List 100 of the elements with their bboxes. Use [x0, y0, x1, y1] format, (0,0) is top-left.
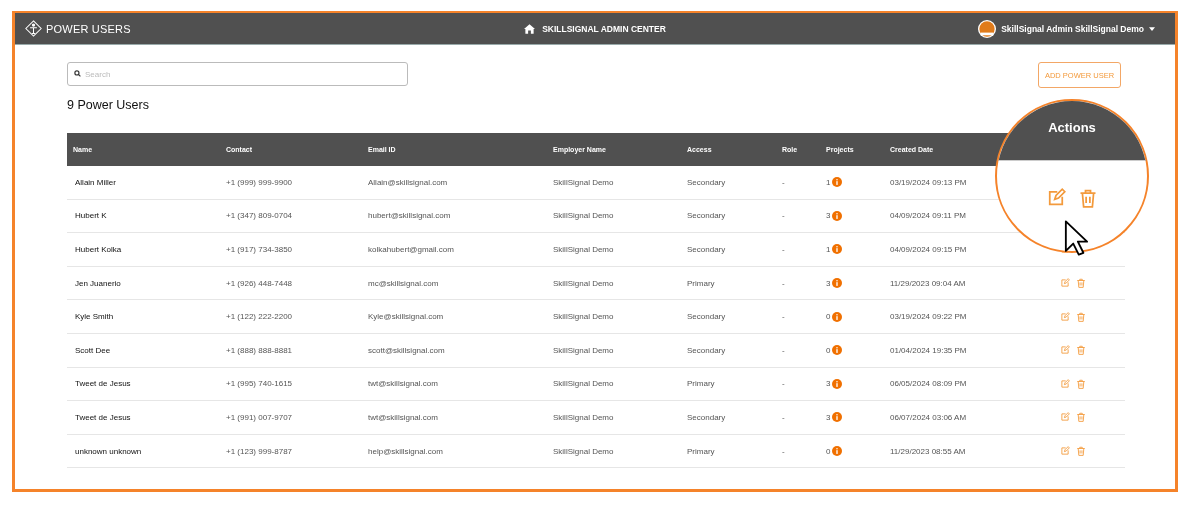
table-cell-text: - [781, 446, 786, 456]
table-cell-text: Jen Juanerio [74, 278, 122, 288]
table-cell-text: - [781, 312, 786, 322]
table-cell-text: twt@skillsignal.com [367, 412, 439, 422]
info-icon[interactable] [832, 311, 843, 322]
table-cell-text: SkillSignal Demo [552, 278, 615, 288]
table-cell: 1 [826, 245, 831, 254]
table-cell-text: +1 (123) 999-8787 [225, 446, 294, 456]
user-menu[interactable]: SkillSignal Admin SkillSignal Demo [855, 19, 1155, 38]
table-cell-text: - [781, 278, 786, 288]
table-cell-text: Scott Dee [74, 345, 112, 355]
caret-icon [1149, 26, 1155, 31]
edit-icon[interactable] [1060, 446, 1070, 457]
table-cell-text: SkillSignal Demo [552, 345, 615, 355]
table-cell-text: Secondary [686, 345, 727, 355]
table-cell-text: - [781, 211, 786, 221]
table-cell-text: 06/07/2024 03:06 AM [889, 412, 968, 422]
table-cell-text: SkillSignal Demo [552, 211, 615, 221]
app-title: POWER USERS [46, 22, 131, 35]
info-icon[interactable] [832, 210, 843, 221]
search-icon [74, 70, 81, 77]
table-cell-text: Kyle@skillsignal.com [367, 312, 445, 322]
table-cell-text: 03/19/2024 09:13 PM [889, 177, 968, 187]
table-cell: 3 [826, 211, 831, 221]
info-icon[interactable] [832, 177, 843, 188]
table-cell-text: - [781, 412, 786, 422]
table-cell-text: SkillSignal Demo [552, 312, 615, 322]
table-cell-text: 11/29/2023 08:55 AM [889, 446, 967, 456]
table-cell-text: Hubert Kolka [74, 245, 123, 254]
table-cell-text: scott@skillsignal.com [367, 345, 446, 355]
power-users-count: 9 Power Users [67, 98, 150, 112]
table-cell: 3 [826, 412, 831, 422]
table-cell-text: 01/04/2024 19:35 PM [889, 345, 968, 355]
table-cell-text: SkillSignal Demo [552, 177, 615, 187]
info-icon[interactable] [832, 278, 843, 289]
table-cell-text: Hubert K [74, 211, 108, 221]
trash-icon[interactable] [1076, 311, 1086, 322]
info-icon[interactable] [832, 412, 843, 423]
table-cell-text: Tweet de Jesus [74, 412, 132, 422]
info-icon[interactable] [832, 446, 843, 457]
table-cell-text: Primary [686, 278, 716, 288]
trash-icon[interactable] [1076, 412, 1086, 423]
table-cell-text: Kyle Smith [74, 312, 115, 322]
table-cell-text: - [781, 345, 786, 355]
table-cell-text: mc@skillsignal.com [367, 278, 440, 288]
table-cell-text: 04/09/2024 09:15 PM [889, 245, 968, 254]
table-cell: 3 [826, 379, 831, 389]
table-cell-text: - [781, 245, 786, 254]
trash-icon[interactable] [1076, 278, 1086, 289]
table-cell: 0 [826, 312, 831, 322]
table-cell-text: +1 (995) 740-1615 [225, 379, 294, 389]
admin-center-title: SKILLSIGNAL ADMIN CENTER [542, 23, 666, 34]
table-cell-text: kolkahubert@gmail.com [367, 245, 455, 254]
table-cell-text: Allain Miller [74, 177, 117, 187]
table-cell-text: +1 (347) 809-0704 [225, 211, 294, 221]
table-cell-text: +1 (926) 448-7448 [225, 278, 294, 288]
table-cell-text: 04/09/2024 09:11 PM [889, 211, 967, 221]
table-cell: 0 [826, 446, 831, 456]
table-cell-text: help@skillsignal.com [367, 446, 444, 456]
trash-icon[interactable] [1076, 345, 1086, 356]
edit-icon[interactable] [1060, 412, 1070, 423]
table-cell-text: +1 (888) 888-8881 [225, 345, 294, 355]
edit-icon[interactable] [1060, 378, 1070, 389]
table-cell-text: +1 (122) 222-2200 [225, 312, 294, 322]
edit-icon[interactable] [1060, 278, 1070, 289]
edit-icon[interactable] [1046, 188, 1066, 208]
trash-icon[interactable] [1078, 188, 1098, 208]
actions-header: Actions [1048, 120, 1096, 135]
table-cell-text: +1 (917) 734-3850 [225, 245, 294, 254]
search-field[interactable]: Search [67, 62, 408, 86]
edit-icon[interactable] [1060, 345, 1070, 356]
table-cell: 1 [826, 177, 831, 187]
table-cell-text: Secondary [686, 412, 727, 422]
info-icon[interactable] [832, 378, 843, 389]
trash-icon[interactable] [1076, 446, 1086, 457]
table-cell-text: SkillSignal Demo [552, 245, 615, 254]
table-cell-text: Secondary [686, 245, 727, 254]
home-icon[interactable] [524, 23, 536, 34]
info-icon[interactable] [832, 345, 843, 356]
table-cell-text: unknown unknown [74, 446, 143, 456]
info-icon[interactable] [832, 244, 843, 255]
edit-icon[interactable] [1060, 311, 1070, 322]
table-cell-text: - [781, 379, 786, 389]
table-cell-text: twt@skillsignal.com [367, 379, 439, 389]
table-cell-text: Secondary [686, 177, 727, 187]
table-cell-text: SkillSignal Demo [552, 412, 615, 422]
trash-icon[interactable] [1076, 378, 1086, 389]
table-cell-text: SkillSignal Demo [552, 446, 615, 456]
table-cell-text: Primary [686, 446, 716, 456]
table-cell-text: Secondary [686, 312, 727, 322]
table-cell-text: Allain@skillsignal.com [367, 177, 449, 187]
avatar-icon [978, 19, 997, 38]
table-cell-text: 03/19/2024 09:22 PM [889, 312, 968, 322]
table-cell: 3 [826, 278, 831, 288]
logo-icon [25, 20, 42, 37]
table-cell-text: +1 (991) 007-9707 [225, 412, 294, 422]
table-cell-text: SkillSignal Demo [552, 379, 615, 389]
table-cell: 0 [826, 345, 831, 355]
table-cell-text: - [781, 177, 786, 187]
table-cell-text: +1 (999) 999-9900 [225, 177, 294, 187]
